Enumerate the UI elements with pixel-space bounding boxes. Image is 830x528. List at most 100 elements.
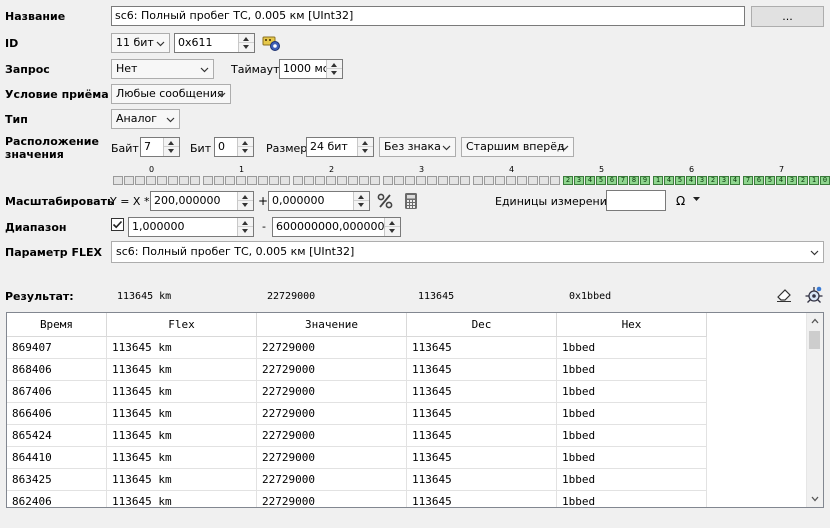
results-table[interactable]: Время Flex Значение Dec Hex 869407 113645 km 2… (6, 312, 824, 508)
scroll-thumb[interactable] (809, 331, 820, 349)
bit-cell[interactable]: 3 (787, 176, 797, 185)
bit-cell[interactable]: 7 (743, 176, 753, 185)
bit-cell[interactable] (168, 176, 178, 185)
size-spin[interactable]: 24 бит (306, 137, 374, 157)
bit-cell[interactable] (506, 176, 516, 185)
bit-cell[interactable]: 1 (809, 176, 819, 185)
bit-cell[interactable]: 0 (820, 176, 830, 185)
bit-cell[interactable]: 6 (607, 176, 617, 185)
scroll-up-icon[interactable] (811, 318, 819, 324)
bit-cell[interactable]: 2 (708, 176, 718, 185)
flex-param-select[interactable]: sc6: Полный пробег ТС, 0.005 км [UInt32] (111, 241, 824, 263)
bit-cell[interactable]: 6 (754, 176, 764, 185)
bit-cell[interactable] (495, 176, 505, 185)
calculator-icon[interactable] (403, 192, 419, 210)
id-settings-icon[interactable] (261, 34, 281, 52)
bit-cell[interactable]: 4 (585, 176, 595, 185)
units-input[interactable] (606, 190, 666, 211)
bit-spin[interactable]: 0 (214, 137, 254, 157)
bit-cell[interactable] (416, 176, 426, 185)
request-select[interactable]: Нет (111, 59, 214, 79)
bit-cell[interactable] (280, 176, 290, 185)
column-header[interactable]: Hex (557, 313, 707, 337)
bit-cell[interactable] (135, 176, 145, 185)
bit-cell[interactable]: 3 (574, 176, 584, 185)
bit-cell[interactable]: 5 (596, 176, 606, 185)
bit-cell[interactable] (214, 176, 224, 185)
table-row[interactable]: 862406 113645 km 22729000 113645 1bbed (7, 491, 707, 507)
bit-cell[interactable] (315, 176, 325, 185)
column-header[interactable]: Flex (107, 313, 257, 337)
sign-select[interactable]: Без знака (379, 137, 456, 157)
column-header[interactable]: Dec (407, 313, 557, 337)
bit-cell[interactable] (337, 176, 347, 185)
bit-cell[interactable] (247, 176, 257, 185)
bit-cell[interactable] (326, 176, 336, 185)
bit-cell[interactable] (236, 176, 246, 185)
table-row[interactable]: 865424 113645 km 22729000 113645 1bbed (7, 425, 707, 447)
units-dropdown-icon[interactable] (692, 196, 701, 202)
range-checkbox[interactable] (111, 218, 124, 231)
byte-spin[interactable]: 7 (140, 137, 180, 157)
bit-cell[interactable]: 4 (730, 176, 740, 185)
vertical-scrollbar[interactable] (806, 313, 823, 507)
bit-cell[interactable] (405, 176, 415, 185)
scale-spin[interactable]: 200,000000 (150, 191, 254, 211)
bit-cell[interactable] (203, 176, 213, 185)
column-header[interactable]: Значение (257, 313, 407, 337)
id-value-spin[interactable]: 0x611 (174, 33, 255, 53)
id-type-select[interactable]: 11 бит (111, 33, 170, 53)
bit-cell[interactable]: 8 (629, 176, 639, 185)
bit-cell[interactable] (348, 176, 358, 185)
range-max-spin[interactable]: 600000000,000000 (272, 217, 401, 237)
bit-cell[interactable] (124, 176, 134, 185)
table-row[interactable]: 868406 113645 km 22729000 113645 1bbed (7, 359, 707, 381)
bit-cell[interactable] (269, 176, 279, 185)
bit-cell[interactable] (528, 176, 538, 185)
browse-button[interactable]: ... (751, 6, 824, 27)
bit-cell[interactable] (190, 176, 200, 185)
column-header[interactable]: Время (7, 313, 107, 337)
byte-order-select[interactable]: Старшим вперёд (461, 137, 574, 157)
bit-cell[interactable] (394, 176, 404, 185)
bit-cell[interactable] (449, 176, 459, 185)
bit-cell[interactable]: 3 (697, 176, 707, 185)
bit-cell[interactable]: 2 (563, 176, 573, 185)
bit-cell[interactable] (517, 176, 527, 185)
table-row[interactable]: 863425 113645 km 22729000 113645 1bbed (7, 469, 707, 491)
bit-cell[interactable] (157, 176, 167, 185)
bit-cell[interactable]: 2 (798, 176, 808, 185)
bit-cell[interactable]: 4 (686, 176, 696, 185)
timeout-spin[interactable]: 1000 мс (279, 59, 343, 79)
type-select[interactable]: Аналог (111, 109, 180, 129)
receive-select[interactable]: Любые сообщения (111, 84, 231, 104)
table-row[interactable]: 864410 113645 km 22729000 113645 1bbed (7, 447, 707, 469)
bit-cell[interactable]: 1 (653, 176, 663, 185)
bit-cell[interactable]: 5 (765, 176, 775, 185)
bit-cell[interactable] (438, 176, 448, 185)
bit-cell[interactable]: 7 (618, 176, 628, 185)
bit-cell[interactable] (383, 176, 393, 185)
bit-cell[interactable] (179, 176, 189, 185)
bit-cell[interactable]: 5 (675, 176, 685, 185)
bit-cell[interactable] (258, 176, 268, 185)
bit-cell[interactable] (293, 176, 303, 185)
bit-cell[interactable] (550, 176, 560, 185)
bit-cell[interactable] (370, 176, 380, 185)
bit-cell[interactable] (146, 176, 156, 185)
bit-cell[interactable]: 9 (640, 176, 650, 185)
scroll-down-icon[interactable] (811, 496, 819, 502)
bit-cell[interactable] (304, 176, 314, 185)
table-row[interactable]: 867406 113645 km 22729000 113645 1bbed (7, 381, 707, 403)
table-row[interactable]: 866406 113645 km 22729000 113645 1bbed (7, 403, 707, 425)
analyze-icon[interactable] (804, 285, 824, 305)
bit-cell[interactable] (473, 176, 483, 185)
bit-cell[interactable] (484, 176, 494, 185)
name-input[interactable]: sc6: Полный пробег ТС, 0.005 км [UInt32] (111, 6, 745, 26)
bit-cell[interactable]: 4 (664, 176, 674, 185)
bit-cell[interactable] (460, 176, 470, 185)
eraser-icon[interactable] (775, 287, 793, 303)
percent-icon[interactable] (376, 192, 394, 210)
bit-cell[interactable]: 3 (719, 176, 729, 185)
table-row[interactable]: 869407 113645 km 22729000 113645 1bbed (7, 337, 707, 359)
